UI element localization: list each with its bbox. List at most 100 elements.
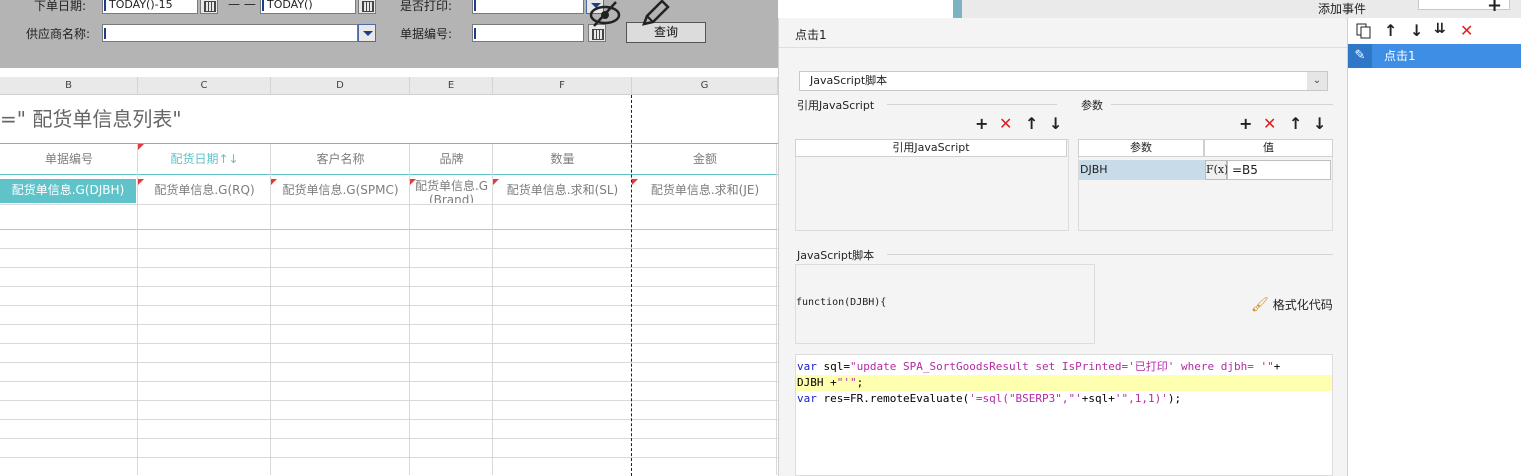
row-line: [0, 381, 778, 382]
data-cell-amount[interactable]: 配货单信息.求和(JE): [632, 179, 778, 203]
chevron-down-icon[interactable]: ⌄: [1307, 72, 1327, 90]
column-line: [270, 144, 271, 475]
printed-label: 是否打印:: [400, 0, 453, 13]
delete-icon[interactable]: ✕: [1460, 23, 1473, 39]
plus-icon[interactable]: +: [1239, 116, 1252, 132]
arrow-down-icon[interactable]: ↓: [1049, 116, 1062, 132]
param-value-field[interactable]: =B5: [1227, 160, 1331, 180]
data-cell-customer[interactable]: 配货单信息.G(SPMC): [271, 179, 410, 203]
eye-slash-icon[interactable]: [588, 0, 622, 35]
data-date-label: 配货单信息.G(RQ): [154, 183, 255, 197]
code-token: DJBH +: [797, 376, 837, 389]
pencil-icon[interactable]: ✎: [1348, 44, 1372, 68]
doc-no-field[interactable]: [472, 24, 584, 42]
column-header[interactable]: C: [138, 77, 271, 95]
copy-icon[interactable]: [1356, 23, 1372, 42]
ref-js-column-header: 引用JavaScript: [795, 139, 1067, 157]
report-grid: =" 配货单信息列表" 单据编号 配货日期↑↓ 客户名称 品牌 数量 金额 配货…: [0, 95, 778, 476]
order-date-to-field[interactable]: TODAY(): [260, 0, 356, 14]
column-header[interactable]: F: [493, 77, 632, 95]
formula-icon[interactable]: F(x): [1205, 160, 1228, 180]
format-code-label: 格式化代码: [1272, 298, 1333, 312]
row-line: [0, 229, 778, 230]
row-line: [0, 267, 778, 268]
header-cell-amount[interactable]: 金额: [632, 144, 778, 174]
row-line: [0, 204, 778, 205]
move-bottom-icon[interactable]: ⇊: [1434, 21, 1446, 37]
date-separator: — —: [228, 0, 256, 11]
script-section-label: JavaScript脚本: [797, 249, 875, 262]
scroll-thumb[interactable]: [953, 0, 962, 18]
column-header[interactable]: B: [0, 77, 138, 95]
code-token: ;: [856, 376, 864, 389]
printed-select[interactable]: [472, 0, 584, 14]
column-line: [409, 144, 410, 475]
supplier-label: 供应商名称:: [26, 27, 91, 41]
calendar-icon[interactable]: [358, 0, 376, 14]
divider: [887, 104, 1057, 105]
arrow-down-icon[interactable]: ↓: [1313, 116, 1326, 132]
column-line: [492, 144, 493, 475]
column-header-bar: B C D E F G: [0, 77, 778, 95]
row-line: [0, 457, 778, 458]
column-line: [776, 144, 777, 475]
event-list-panel: ↑ ↓ ⇊ ✕ ✎ 点击1: [1347, 18, 1521, 476]
parameter-panel: 下单日期: TODAY()-15 — — TODAY() 是否打印: 供应商名称…: [0, 0, 778, 68]
code-line-current: DJBH +"'";: [796, 375, 1332, 391]
format-code-button[interactable]: 🖌 格式化代码: [1251, 296, 1333, 313]
column-header[interactable]: D: [271, 77, 410, 95]
data-cell-date[interactable]: 配货单信息.G(RQ): [138, 179, 271, 203]
calendar-icon[interactable]: [200, 0, 218, 14]
chevron-down-icon[interactable]: [358, 24, 376, 42]
report-title-cell[interactable]: =" 配货单信息列表": [0, 103, 182, 132]
divider: [779, 47, 1348, 48]
column-header[interactable]: E: [410, 77, 493, 95]
event-type-select[interactable]: JavaScript脚本 ⌄: [799, 71, 1328, 91]
supplier-select[interactable]: [102, 24, 358, 42]
column-header[interactable]: G: [632, 77, 778, 95]
data-cell-brand[interactable]: 配货单信息.G(Brand): [410, 179, 493, 203]
data-amount-label: 配货单信息.求和(JE): [650, 183, 760, 197]
data-cell-qty[interactable]: 配货单信息.求和(SL): [493, 179, 632, 203]
code-token: res=FR.remoteEvaluate(: [816, 392, 970, 405]
row-line: [0, 343, 778, 344]
row-line: [0, 438, 778, 439]
header-date-label: 配货日期↑↓: [170, 152, 239, 166]
code-token: '=sql("BSERP3","': [969, 392, 1082, 405]
header-cell-customer[interactable]: 客户名称: [271, 144, 410, 174]
arrow-up-icon[interactable]: ↑: [1025, 116, 1038, 132]
param-name-header: 参数: [1078, 139, 1204, 157]
plus-icon[interactable]: +: [975, 116, 988, 132]
marker-corner: [138, 179, 144, 185]
row-line: [0, 305, 778, 306]
arrow-down-icon[interactable]: ↓: [1410, 23, 1423, 39]
arrow-up-icon[interactable]: ↑: [1289, 116, 1302, 132]
header-cell-qty[interactable]: 数量: [493, 144, 632, 174]
event-type-value: JavaScript脚本: [810, 74, 888, 87]
arrow-up-icon[interactable]: ↑: [1384, 23, 1397, 39]
header-bottom-border: [0, 174, 778, 175]
param-name-cell[interactable]: DJBH: [1079, 160, 1205, 180]
delete-icon[interactable]: ✕: [999, 116, 1012, 132]
data-customer-label: 配货单信息.G(SPMC): [282, 183, 399, 197]
header-cell-date[interactable]: 配货日期↑↓: [138, 144, 271, 174]
data-cell-doc-no[interactable]: 配货单信息.G(DJBH): [0, 179, 136, 203]
header-cell-doc-no[interactable]: 单据编号: [0, 144, 138, 174]
doc-no-label: 单据编号:: [400, 27, 453, 41]
row-line: [0, 324, 778, 325]
event-list-toolbar: ↑ ↓ ⇊ ✕: [1348, 18, 1521, 44]
param-value-header: 值: [1204, 139, 1333, 157]
divider: [887, 254, 1333, 255]
delete-icon[interactable]: ✕: [1263, 116, 1276, 132]
code-token: +: [1273, 360, 1281, 373]
app-root: 下单日期: TODAY()-15 — — TODAY() 是否打印: 供应商名称…: [0, 0, 1521, 476]
header-cell-brand[interactable]: 品牌: [410, 144, 493, 174]
add-event-label: 添加事件: [1318, 2, 1367, 16]
marker-corner: [410, 179, 416, 185]
plus-icon[interactable]: +: [1487, 0, 1502, 16]
script-editor[interactable]: var sql="update SPA_SortGoodsResult set …: [795, 354, 1333, 476]
pencil-icon[interactable]: [638, 0, 672, 35]
code-token: var: [797, 392, 817, 405]
order-date-from-field[interactable]: TODAY()-15: [102, 0, 198, 14]
event-list-item[interactable]: ✎ 点击1: [1348, 44, 1521, 68]
